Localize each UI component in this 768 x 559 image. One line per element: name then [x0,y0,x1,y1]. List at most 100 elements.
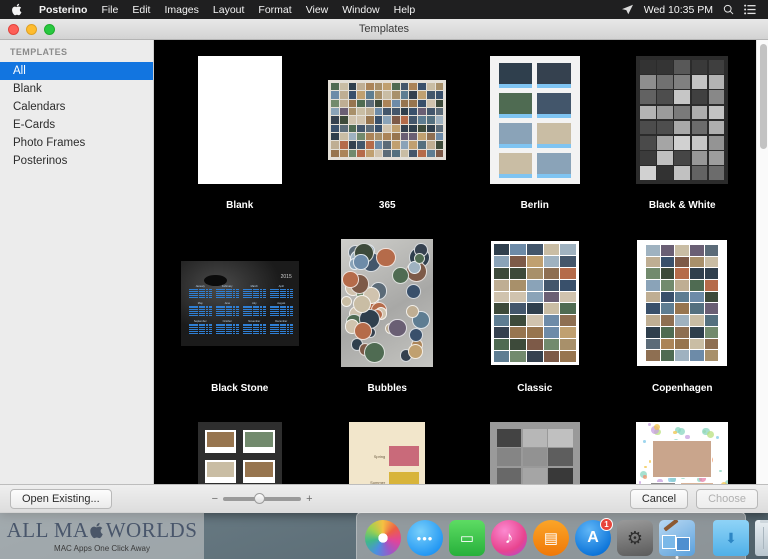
template-card-classic[interactable]: Classic [461,233,609,416]
template-card-berlin[interactable]: Berlin [461,50,609,233]
menu-item-images[interactable]: Images [157,4,205,16]
dock-item-photos[interactable] [365,520,401,556]
photo-tile [690,280,704,291]
photo-tile [675,315,690,326]
photo-tile [691,166,708,180]
dock-item-itunes[interactable]: ♪ [491,520,527,556]
photo-tile [366,99,374,107]
calendar-month-name: August [277,302,286,306]
confetti-dot [643,440,647,443]
dock-item-downloads[interactable]: ⬇ [713,520,749,556]
menu-item-help[interactable]: Help [387,4,423,16]
photo-tile [675,245,690,256]
open-existing-button[interactable]: Open Existing... [10,489,112,509]
photo-tile [392,108,400,116]
photo-tile [526,267,543,279]
scrollbar-thumb[interactable] [760,44,767,149]
menu-app-name[interactable]: Posterino [32,4,94,16]
photo-tile [426,108,435,116]
sidebar-item-posterinos[interactable]: Posterinos [0,152,153,170]
calendar-day-grid [242,324,266,335]
zoom-slider-track[interactable] [223,493,302,504]
photo-tile [560,303,576,315]
sidebar-item-calendars[interactable]: Calendars [0,98,153,116]
template-card-bubbles[interactable]: Bubbles [314,233,462,416]
menu-item-layout[interactable]: Layout [206,4,252,16]
calendar-month: July [242,302,266,317]
dock-item-ibooks[interactable]: ▤ [533,520,569,556]
notification-center-icon[interactable] [744,4,756,15]
captioned-photo-tile [537,153,571,178]
menu-item-window[interactable]: Window [335,4,386,16]
template-card-black-white[interactable]: Black & White [609,50,757,233]
calendar-day-grid [215,324,239,335]
sidebar-item-ecards[interactable]: E-Cards [0,116,153,134]
zoom-out-icon[interactable]: − [212,493,218,505]
ibooks-icon[interactable]: ▤ [533,520,569,556]
messages-icon[interactable]: ••• [407,520,443,556]
system-preferences-icon[interactable]: ⚙ [617,520,653,556]
dock-item-facetime[interactable]: ▭ [449,520,485,556]
photo-tile [435,149,444,157]
photo-tile [496,448,522,466]
dock-item-messages[interactable]: ••• [407,520,443,556]
template-card-black-stone[interactable]: 2015 January February March April May June Jul… [166,233,314,416]
calendar-month: January [188,285,212,299]
menubar-clock[interactable]: Wed 10:35 PM [644,4,713,16]
photo-tile [560,315,576,327]
templates-grid-container[interactable]: Blank 365 Berlin Black & White 2015 Janu… [154,40,768,484]
template-card-confetti[interactable] [609,416,757,484]
photo-tile [646,256,660,268]
calendar-day-grid [269,306,293,317]
cancel-button[interactable]: Cancel [629,489,689,509]
dock-item-system-preferences[interactable]: ⚙ [617,520,653,556]
downloads-folder-icon[interactable]: ⬇ [713,520,749,556]
calendar-month-name: October [222,320,232,324]
dock-item-trash[interactable] [755,520,768,556]
zoom-in-icon[interactable]: + [306,493,312,505]
template-label: Classic [517,383,553,394]
menu-item-format[interactable]: Format [251,4,298,16]
sidebar-item-all[interactable]: All [0,62,153,80]
sidebar-item-blank[interactable]: Blank [0,80,153,98]
calendar-month-name: June [224,302,231,306]
zoom-slider-knob[interactable] [254,493,266,504]
search-icon[interactable] [723,4,734,15]
template-card-gray-collage[interactable] [461,416,609,484]
photo-tile [392,99,400,107]
calendar-day-grid [188,324,212,335]
calendar-day-grid [188,288,212,299]
dock-item-posterino[interactable] [659,520,695,559]
classic-tiles [493,244,576,362]
template-card-seasons[interactable]: SpringSummerAutumnWinter [314,416,462,484]
apple-logo-icon[interactable] [12,3,23,16]
posterino-icon[interactable] [659,520,695,556]
dock-item-app-store[interactable]: A 1 [575,518,613,556]
menu-item-edit[interactable]: Edit [125,4,157,16]
thumb-wrap [489,416,580,484]
zoom-slider-control[interactable]: − + [212,493,313,505]
template-card-copenhagen[interactable]: Copenhagen [609,233,757,416]
photos-icon[interactable] [365,520,401,556]
window-titlebar[interactable]: Templates [0,19,768,40]
photo-tile [435,91,444,99]
photo-tile [640,120,656,135]
sidebar-item-photo-frames[interactable]: Photo Frames [0,134,153,152]
photo-tile [366,83,374,91]
menu-item-file[interactable]: File [94,4,125,16]
trash-icon[interactable] [755,520,768,556]
photo-tile [526,244,543,255]
template-card-blank[interactable]: Blank [166,50,314,233]
photo-tile [357,124,366,132]
photo-tile [646,326,660,338]
photo-tile [691,120,708,135]
content-scrollbar[interactable] [756,40,768,484]
itunes-icon[interactable]: ♪ [491,520,527,556]
template-card-dark-frame[interactable] [166,416,314,484]
photo-tile [640,60,656,74]
facetime-icon[interactable]: ▭ [449,520,485,556]
location-arrow-icon[interactable] [621,4,634,15]
photo-tile [409,133,418,141]
menu-item-view[interactable]: View [299,4,336,16]
template-card-365[interactable]: 365 [314,50,462,233]
